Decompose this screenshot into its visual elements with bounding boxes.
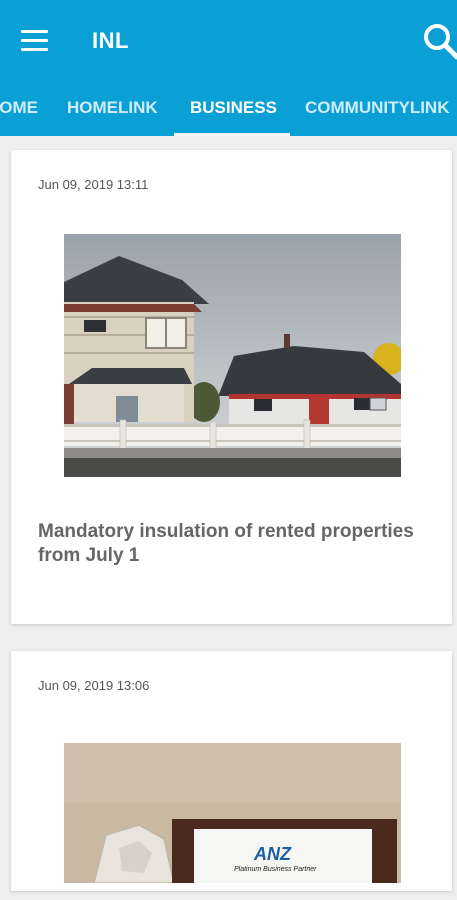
- tab-communitylink[interactable]: COMMUNITYLINK: [305, 80, 449, 136]
- tab-business[interactable]: BUSINESS: [190, 80, 277, 136]
- award-caption: Platinum Business Partner: [234, 866, 317, 873]
- app-bar: INL: [0, 0, 457, 80]
- active-tab-indicator: [174, 133, 290, 136]
- search-icon[interactable]: [421, 20, 457, 60]
- article-image-houses: [64, 234, 401, 477]
- article-date: Jun 09, 2019 13:11: [38, 177, 149, 192]
- article-date: Jun 09, 2019 13:06: [38, 678, 150, 693]
- tab-bar: HOME HOMELINK BUSINESS COMMUNITYLINK: [0, 80, 457, 136]
- article-image-award: ANZ Platinum Business Partner: [64, 743, 401, 883]
- tab-homelink[interactable]: HOMELINK: [67, 80, 158, 136]
- app-title: INL: [92, 28, 129, 53]
- anz-logo-text: ANZ: [254, 844, 291, 864]
- article-card[interactable]: Jun 09, 2019 13:06 ANZ Platinum Business…: [11, 651, 452, 891]
- article-title[interactable]: Mandatory insulation of rented propertie…: [38, 520, 418, 568]
- tab-home[interactable]: HOME: [0, 80, 38, 136]
- hamburger-menu-icon[interactable]: [21, 30, 48, 52]
- article-card[interactable]: Jun 09, 2019 13:11 Mandatory insulation …: [11, 150, 452, 624]
